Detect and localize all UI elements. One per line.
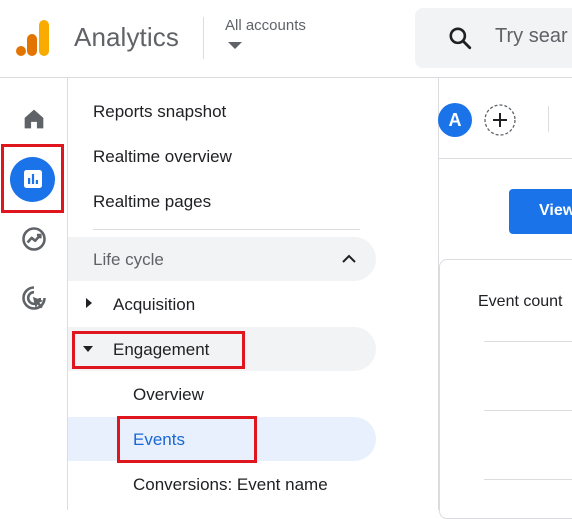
nav-divider (93, 229, 360, 230)
explore-icon[interactable] (20, 225, 48, 253)
toolbar-divider (548, 106, 549, 132)
app-title: Analytics (74, 22, 179, 52)
account-selector[interactable]: All accounts (225, 17, 306, 34)
section-label-lifecycle: Life cycle (93, 250, 164, 269)
highlight-box-reports (1, 144, 64, 213)
toolbar-bottom-border (439, 158, 572, 159)
expand-right-icon[interactable] (86, 298, 92, 308)
card-row-divider (484, 410, 572, 411)
nav-item-acquisition[interactable]: Acquisition (113, 295, 195, 315)
avatar[interactable]: A (438, 103, 472, 137)
analytics-logo-icon[interactable] (16, 20, 50, 56)
home-icon[interactable] (20, 105, 48, 133)
advertising-icon[interactable] (20, 284, 48, 312)
card-row-divider (484, 479, 572, 480)
card-title: Event count (478, 293, 563, 310)
nav-item-overview[interactable]: Overview (133, 385, 204, 405)
view-button-label: View (539, 202, 572, 219)
highlight-box-events (117, 416, 257, 463)
chevron-up-icon[interactable] (341, 252, 357, 266)
card-row-divider (484, 341, 572, 342)
add-comparison-button[interactable] (484, 104, 516, 136)
nav-item-realtime-pages[interactable]: Realtime pages (93, 192, 211, 212)
nav-item-realtime-overview[interactable]: Realtime overview (93, 147, 232, 167)
search-input[interactable]: Try sear (495, 25, 568, 48)
nav-item-conversions[interactable]: Conversions: Event name (133, 475, 328, 495)
view-button[interactable]: View (509, 189, 572, 234)
highlight-box-engagement (72, 331, 245, 369)
search-icon[interactable] (447, 25, 473, 51)
nav-item-reports-snapshot[interactable]: Reports snapshot (93, 102, 226, 122)
caret-down-icon[interactable] (228, 42, 242, 49)
header-divider (203, 17, 204, 59)
